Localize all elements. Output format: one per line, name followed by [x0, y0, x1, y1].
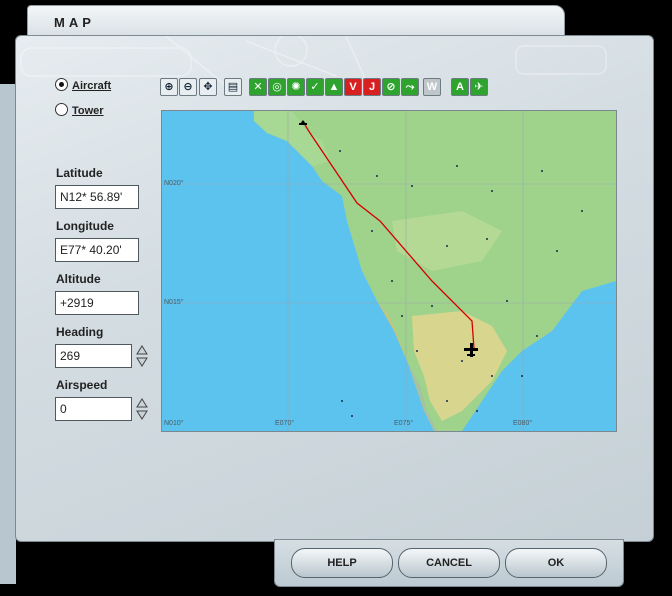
heading-spinner[interactable] [136, 345, 148, 367]
background-strip [0, 84, 16, 584]
heading-label: Heading [56, 325, 104, 339]
radio-tower-label: Tower [72, 105, 104, 117]
lat-label-1: N015° [164, 299, 184, 306]
center-icon[interactable]: ✥ [199, 78, 217, 96]
lon-label-1: E075° [394, 420, 414, 427]
radio-tower-indicator[interactable] [55, 103, 68, 116]
help-button[interactable]: HELP [291, 548, 393, 578]
airspeed-spinner[interactable] [136, 398, 148, 420]
radio-aircraft-label: Aircraft [72, 80, 112, 92]
ils-icon[interactable]: ✓ [306, 78, 324, 96]
heading-field[interactable]: 269 [55, 344, 132, 368]
labels-icon[interactable]: A [451, 78, 469, 96]
lon-label-2: E080° [513, 420, 533, 427]
traffic-icon[interactable]: ✈ [470, 78, 488, 96]
weather-icon: W [423, 78, 441, 96]
longitude-field[interactable]: E77* 40.20' [55, 238, 139, 262]
zoom-out-icon[interactable]: ⊖ [179, 78, 197, 96]
airspeed-field[interactable]: 0 [55, 397, 132, 421]
latitude-label: Latitude [56, 166, 103, 180]
map-dialog-panel: Aircraft Tower Latitude N12* 56.89' Long… [15, 35, 654, 542]
altitude-field[interactable]: +2919 [55, 291, 139, 315]
vor-icon[interactable]: ◎ [268, 78, 286, 96]
airspeed-label: Airspeed [56, 378, 108, 392]
altitude-label: Altitude [56, 272, 101, 286]
zoom-in-icon[interactable]: ⊕ [160, 78, 178, 96]
airports-icon[interactable]: ✕ [249, 78, 267, 96]
cancel-button[interactable]: CANCEL [398, 548, 500, 578]
lat-label-2: N010° [164, 420, 184, 427]
ndb-icon[interactable]: ✺ [287, 78, 305, 96]
victor-airways-icon[interactable]: V [344, 78, 362, 96]
intersections-icon[interactable]: ▲ [325, 78, 343, 96]
map-canvas [162, 111, 616, 431]
radio-aircraft-indicator[interactable] [55, 78, 68, 91]
ok-button[interactable]: OK [505, 548, 607, 578]
route-icon[interactable]: ⤳ [401, 78, 419, 96]
longitude-label: Longitude [56, 219, 114, 233]
latitude-field[interactable]: N12* 56.89' [55, 185, 139, 209]
map-view[interactable]: N020° N015° N010° E070° E075° E080° [161, 110, 617, 432]
radio-tower[interactable]: Tower [55, 103, 104, 117]
radio-aircraft[interactable]: Aircraft [55, 78, 111, 92]
print-icon[interactable]: ▤ [224, 78, 242, 96]
dialog-footer: HELP CANCEL OK [274, 539, 624, 587]
airspace-icon[interactable]: ⊘ [382, 78, 400, 96]
jet-airways-icon[interactable]: J [363, 78, 381, 96]
window-title: MAP [54, 15, 95, 30]
lon-label-0: E070° [275, 420, 295, 427]
lat-label-0: N020° [164, 180, 184, 187]
